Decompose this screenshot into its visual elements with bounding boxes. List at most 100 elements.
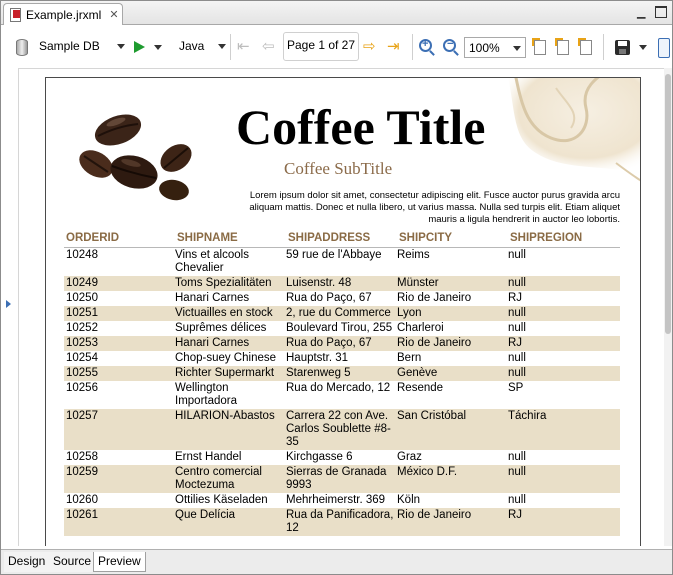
orders-table: ORDERID SHIPNAME SHIPADDRESS SHIPCITY SH…	[64, 232, 620, 536]
actual-size-button[interactable]	[578, 38, 592, 55]
last-page-icon: ⇥	[387, 38, 400, 55]
datasource-icon	[16, 39, 28, 56]
table-row: 10249 Toms Spezialitäten Luisenstr. 48 M…	[64, 276, 620, 291]
table-cell: Reims	[397, 249, 430, 261]
table-cell: Graz	[397, 451, 422, 463]
table-cell: Rua do Paço, 67	[286, 292, 372, 304]
actual-size-icon	[578, 38, 592, 55]
table-cell: Hanari Carnes	[175, 292, 250, 304]
table-cell: 59 rue de l'Abbaye	[286, 249, 382, 261]
previous-page-button[interactable]: ⇦	[262, 37, 275, 55]
table-cell: SP	[508, 382, 524, 394]
table-cell: Centro comercial Moctezuma	[175, 466, 262, 491]
table-cell: Wellington Importadora	[175, 382, 238, 407]
toolbar-separator	[412, 34, 413, 60]
chevron-down-icon	[154, 44, 162, 50]
table-cell: null	[508, 307, 526, 319]
table-cell: Rio de Janeiro	[397, 292, 472, 304]
table-cell: Kirchgasse 6	[286, 451, 353, 463]
table-cell: Rua do Paço, 67	[286, 337, 372, 349]
table-row: 10254 Chop-suey Chinese Hauptstr. 31 Ber…	[64, 351, 620, 366]
zoom-in-button[interactable]: +	[419, 38, 432, 52]
vertical-scrollbar[interactable]	[664, 68, 672, 546]
chevron-down-icon	[639, 45, 647, 50]
table-cell: null	[508, 277, 526, 289]
table-row: 10253 Hanari Carnes Rua do Paço, 67 Rio …	[64, 336, 620, 351]
zoom-out-button[interactable]: −	[443, 38, 456, 52]
editor-tab-example[interactable]: Example.jrxml ✕	[3, 3, 123, 25]
export-button[interactable]	[615, 40, 647, 55]
table-cell: 10254	[66, 352, 98, 364]
last-page-button[interactable]: ⇥	[387, 37, 400, 55]
table-cell: Lyon	[397, 307, 422, 319]
table-cell: 10257	[66, 410, 98, 422]
table-cell: 2, rue du Commerce	[286, 307, 391, 319]
table-cell: Resende	[397, 382, 444, 394]
table-cell: Starenweg 5	[286, 367, 351, 379]
perspective-icon	[658, 38, 670, 58]
zoom-select[interactable]: 100%	[464, 37, 526, 58]
jrxml-file-icon	[10, 7, 22, 22]
table-cell: Charleroi	[397, 322, 444, 334]
table-cell: null	[508, 249, 526, 261]
editor-tab-bar: Example.jrxml ✕ ▁	[1, 1, 672, 25]
datasource-select[interactable]: Sample DB	[39, 39, 125, 53]
report-page: Coffee Title Coffee SubTitle Lorem ipsum…	[45, 77, 641, 546]
table-cell: RJ	[508, 337, 523, 349]
minimize-icon[interactable]: ▁	[637, 6, 645, 19]
next-page-button[interactable]: ⇨	[363, 37, 376, 55]
table-cell: Hanari Carnes	[175, 337, 250, 349]
tab-source[interactable]: Source	[49, 552, 97, 572]
editor-mode-tabs: Design Source Preview	[1, 549, 672, 574]
table-cell: 10251	[66, 307, 98, 319]
perspective-button[interactable]	[658, 38, 670, 58]
table-cell: Toms Spezialitäten	[175, 277, 272, 289]
table-cell: Münster	[397, 277, 439, 289]
table-cell: Rua do Mercado, 12	[286, 382, 391, 394]
table-row: 10257 HILARION-Abastos Carrera 22 con Av…	[64, 409, 620, 450]
chevron-down-icon	[218, 43, 227, 49]
first-page-button[interactable]: ⇤	[237, 37, 250, 55]
table-cell: Rio de Janeiro	[397, 337, 472, 349]
table-cell: 10258	[66, 451, 98, 463]
table-row: 10248 Vins et alcools Chevalier 59 rue d…	[64, 248, 620, 276]
column-header: SHIPCITY	[399, 232, 453, 244]
column-header: ORDERID	[66, 232, 120, 244]
table-cell: 10255	[66, 367, 98, 379]
tab-preview[interactable]: Preview	[93, 552, 146, 572]
table-cell: 10256	[66, 382, 98, 394]
language-select[interactable]: Java	[179, 39, 227, 53]
close-icon[interactable]: ✕	[109, 8, 118, 21]
report-subtitle: Coffee SubTitle	[284, 159, 393, 178]
zoom-in-icon: +	[419, 38, 432, 52]
table-row: 10260 Ottilies Käseladen Mehrheimerstr. …	[64, 493, 620, 508]
table-cell: 10253	[66, 337, 98, 349]
fit-page-button[interactable]	[532, 38, 546, 55]
table-cell: Boulevard Tirou, 255	[286, 322, 393, 334]
table-row: 10251 Victuailles en stock 2, rue du Com…	[64, 306, 620, 321]
maximize-icon[interactable]	[655, 6, 667, 18]
scrollbar-thumb[interactable]	[665, 74, 671, 334]
table-cell: Sierras de Granada 9993	[286, 466, 387, 491]
expand-arrow-icon[interactable]	[6, 300, 11, 308]
fit-width-button[interactable]	[555, 38, 569, 55]
run-report-button[interactable]	[134, 41, 162, 53]
table-cell: Que Delícia	[175, 509, 236, 521]
editor-tab-label: Example.jrxml	[26, 7, 102, 22]
page-indicator[interactable]: Page 1 of 27	[283, 32, 359, 61]
toolbar-separator	[230, 34, 231, 60]
table-cell: null	[508, 367, 526, 379]
table-cell: Ernst Handel	[175, 451, 242, 463]
table-cell: Suprêmes délices	[175, 322, 267, 334]
next-page-icon: ⇨	[363, 38, 376, 55]
page-indicator-label: Page 1 of 27	[286, 38, 356, 52]
table-row: 10252 Suprêmes délices Boulevard Tirou, …	[64, 321, 620, 336]
table-cell: 10249	[66, 277, 98, 289]
toolbar-separator	[603, 34, 604, 60]
table-cell: RJ	[508, 509, 523, 521]
column-header: SHIPNAME	[177, 232, 238, 244]
coffee-beans-image	[79, 114, 192, 201]
table-row: 10250 Hanari Carnes Rua do Paço, 67 Rio …	[64, 291, 620, 306]
tab-design[interactable]: Design	[4, 552, 51, 572]
table-row: 10255 Richter Supermarkt Starenweg 5 Gen…	[64, 366, 620, 381]
